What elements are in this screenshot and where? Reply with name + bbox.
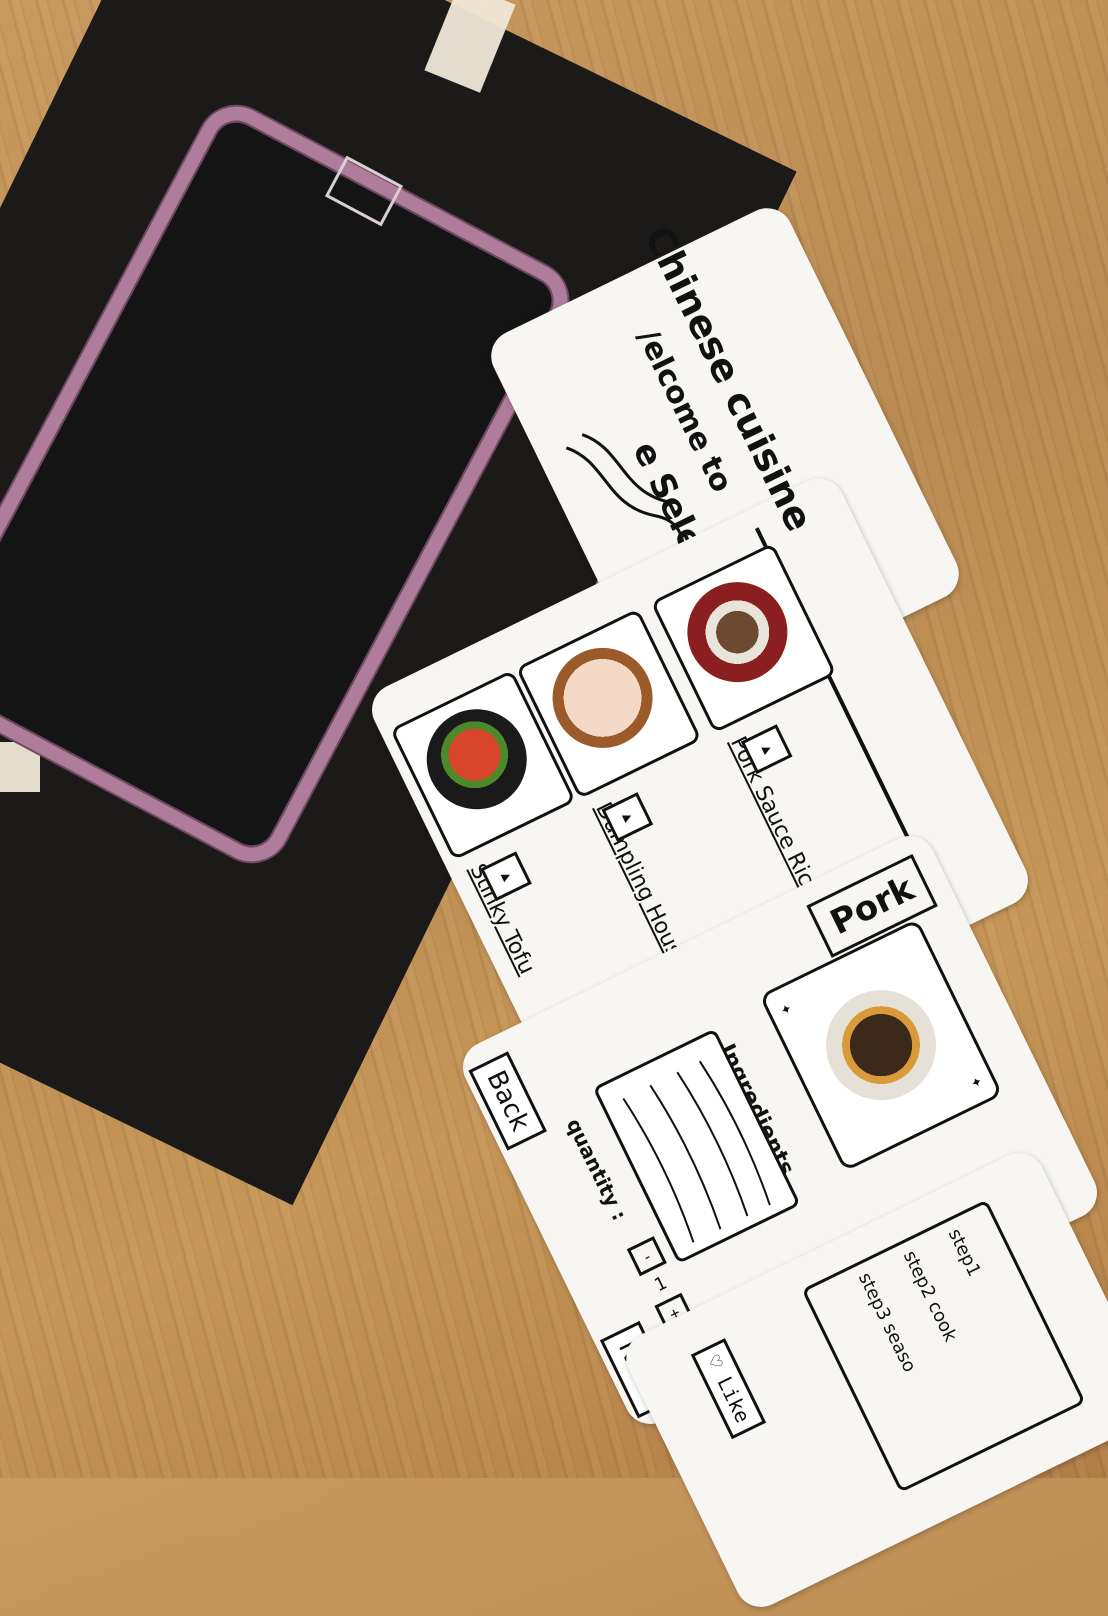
quantity-value: 1 xyxy=(651,1272,671,1297)
quantity-minus-button[interactable]: - xyxy=(626,1236,667,1277)
step1-text: step1 xyxy=(943,1225,985,1281)
sparkle-icon: ✦ xyxy=(776,996,796,1021)
stinky-tofu-photo xyxy=(409,692,544,827)
like-label: Like xyxy=(712,1372,756,1427)
braised-pork-rice-photo xyxy=(807,971,955,1119)
steps-box: step1 step2 cook step3 seaso xyxy=(801,1199,1086,1493)
step2-text: step2 cook xyxy=(898,1247,961,1346)
ingredients-list-box xyxy=(592,1028,801,1265)
pork-sauce-rice-photo xyxy=(670,565,805,699)
dumpling-house-photo xyxy=(535,631,670,765)
step3-text: step3 seaso xyxy=(853,1269,921,1376)
ingredients-wavy-lines xyxy=(622,1060,771,1243)
detail-photo-frame: ✦ ✦ xyxy=(758,918,1004,1172)
heart-icon: ♡ xyxy=(701,1351,729,1373)
sparkle-icon: ✦ xyxy=(966,1069,986,1094)
like-button[interactable]: ♡ Like xyxy=(690,1338,767,1440)
